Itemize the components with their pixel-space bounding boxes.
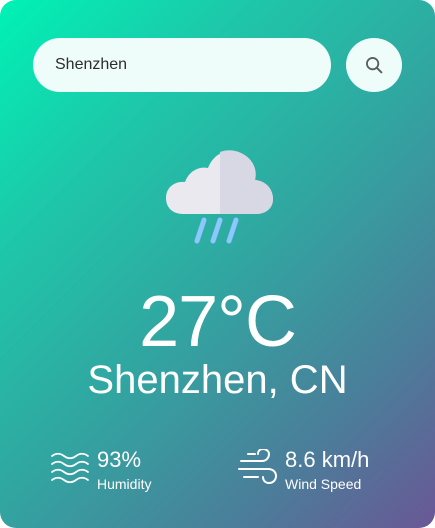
humidity-text: 93% Humidity xyxy=(97,446,151,493)
wind-text: 8.6 km/h Wind Speed xyxy=(285,446,369,493)
humidity-label: Humidity xyxy=(97,476,152,492)
rain-cloud-icon xyxy=(162,148,274,244)
humidity-detail: 93% Humidity xyxy=(50,446,200,496)
search-icon xyxy=(366,57,383,74)
weather-card: 27°C Shenzhen, CN 93% Humidity 8.6 xyxy=(0,0,435,528)
search-button[interactable] xyxy=(346,38,402,92)
wind-icon xyxy=(238,448,278,487)
wind-speed-label: Wind Speed xyxy=(285,476,362,492)
temperature-value: 27°C xyxy=(139,282,297,362)
search-field[interactable] xyxy=(33,38,331,92)
humidity-value: 93% xyxy=(97,447,142,472)
waves-icon xyxy=(50,449,90,487)
wind-speed-value: 8.6 km/h xyxy=(285,447,370,472)
wind-detail: 8.6 km/h Wind Speed xyxy=(238,446,408,496)
search-input[interactable] xyxy=(33,38,331,92)
city-name: Shenzhen, CN xyxy=(87,358,348,402)
